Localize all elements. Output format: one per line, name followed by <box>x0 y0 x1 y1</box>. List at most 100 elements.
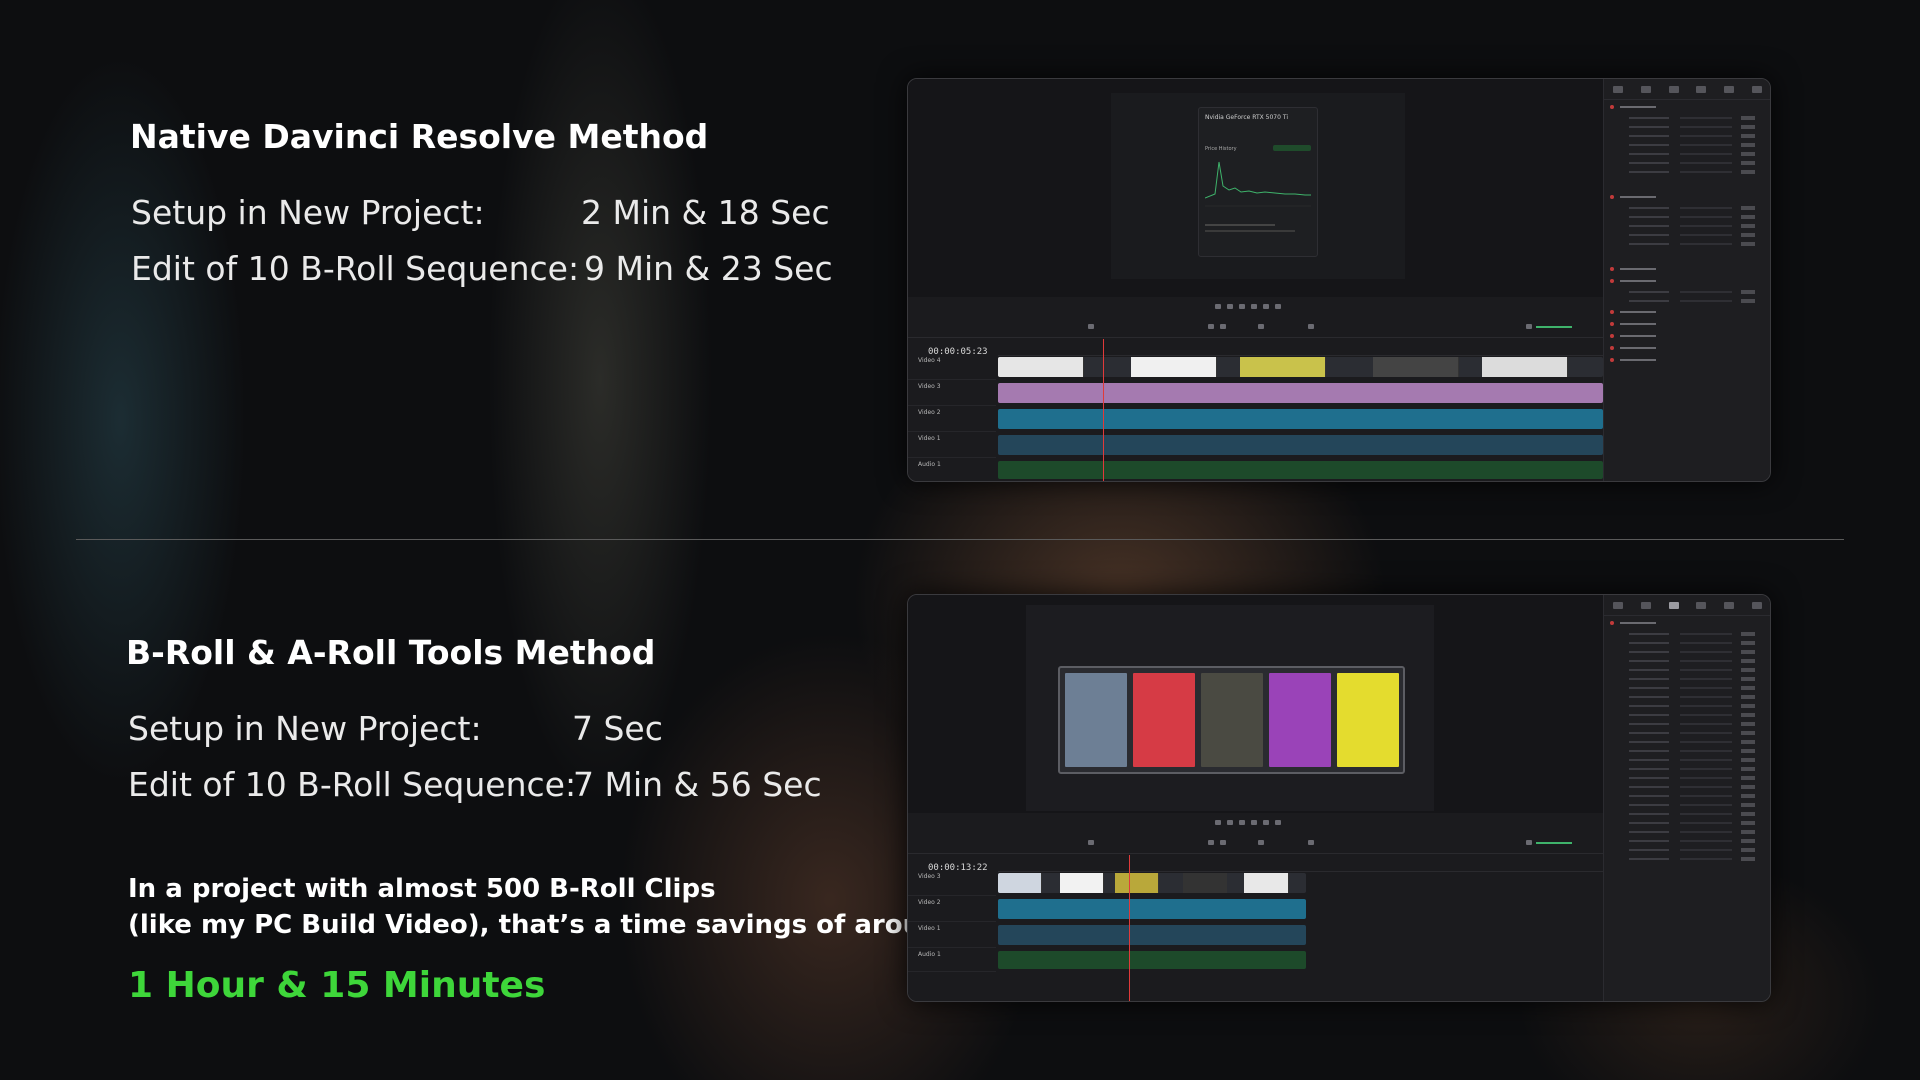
inspector-row[interactable] <box>1610 675 1765 683</box>
stop-icon[interactable] <box>1239 304 1245 309</box>
track-header-v4[interactable]: Video 4 <box>908 355 996 380</box>
flag-icon[interactable] <box>1258 324 1264 329</box>
step-back-icon[interactable] <box>1227 820 1233 825</box>
link-icon[interactable] <box>1220 840 1226 845</box>
timeline-playhead[interactable] <box>1103 339 1104 481</box>
link-icon[interactable] <box>1220 324 1226 329</box>
track-header-v3[interactable]: Video 3 <box>908 381 996 406</box>
video-tab-icon[interactable] <box>1612 601 1623 609</box>
inspector-row[interactable] <box>1610 213 1765 221</box>
super-scale-section[interactable] <box>1610 355 1765 365</box>
file-tab-icon[interactable] <box>1752 601 1763 609</box>
stop-icon[interactable] <box>1239 820 1245 825</box>
image-tab-icon[interactable] <box>1724 601 1735 609</box>
inspector-row[interactable] <box>1610 846 1765 854</box>
audio-clip-a1[interactable] <box>998 461 1603 479</box>
composite-section[interactable] <box>1610 276 1765 286</box>
transform-section[interactable] <box>1610 102 1765 112</box>
stabilization-section[interactable] <box>1610 319 1765 329</box>
inspector-row[interactable] <box>1610 150 1765 158</box>
adjustment-clip-v2[interactable] <box>998 409 1603 429</box>
effects-tab-icon[interactable] <box>1668 85 1679 93</box>
solid-color-clip-v3[interactable] <box>998 383 1603 403</box>
inspector-row[interactable] <box>1610 123 1765 131</box>
inspector-row[interactable] <box>1610 657 1765 665</box>
inspector-tabs[interactable] <box>1604 79 1770 100</box>
play-icon[interactable] <box>1251 820 1257 825</box>
retime-section[interactable] <box>1610 343 1765 353</box>
loop-icon[interactable] <box>1275 304 1281 309</box>
go-end-icon[interactable] <box>1263 304 1269 309</box>
audio-tab-icon[interactable] <box>1640 601 1651 609</box>
file-tab-icon[interactable] <box>1752 85 1763 93</box>
inspector-row[interactable] <box>1610 240 1765 248</box>
inspector-row[interactable] <box>1610 855 1765 863</box>
effects-tab-icon[interactable] <box>1668 601 1679 609</box>
volume-slider[interactable] <box>1536 326 1572 328</box>
volume-icon[interactable] <box>1526 840 1532 845</box>
track-header-a1[interactable]: Audio 1 <box>908 459 996 481</box>
inspector-row[interactable] <box>1610 648 1765 656</box>
inspector-row[interactable] <box>1610 231 1765 239</box>
inspector-row[interactable] <box>1610 168 1765 176</box>
inspector-row[interactable] <box>1610 729 1765 737</box>
cropping-section[interactable] <box>1610 192 1765 202</box>
volume-slider[interactable] <box>1536 842 1572 844</box>
inspector-row[interactable] <box>1610 693 1765 701</box>
track-header-a1[interactable]: Audio 1 <box>908 949 996 972</box>
inspector-row[interactable] <box>1610 222 1765 230</box>
go-end-icon[interactable] <box>1263 820 1269 825</box>
inspector-row[interactable] <box>1610 702 1765 710</box>
speed-change-section[interactable] <box>1610 307 1765 317</box>
timeline-playhead[interactable] <box>1129 855 1130 1001</box>
inspector-row[interactable] <box>1610 132 1765 140</box>
inspector-row[interactable] <box>1610 141 1765 149</box>
go-start-icon[interactable] <box>1215 304 1221 309</box>
snap-icon[interactable] <box>1208 840 1214 845</box>
inspector-row[interactable] <box>1610 792 1765 800</box>
inspector-row[interactable] <box>1610 819 1765 827</box>
inspector-row[interactable] <box>1610 114 1765 122</box>
inspector-row[interactable] <box>1610 720 1765 728</box>
inspector-row[interactable] <box>1610 747 1765 755</box>
step-back-icon[interactable] <box>1227 304 1233 309</box>
inspector-row[interactable] <box>1610 288 1765 296</box>
zoom-icon[interactable] <box>1308 840 1314 845</box>
audio-clip-a1[interactable] <box>998 951 1306 969</box>
inspector-row[interactable] <box>1610 837 1765 845</box>
track-header-v1[interactable]: Video 1 <box>908 433 996 458</box>
video-tab-icon[interactable] <box>1612 85 1623 93</box>
snap-icon[interactable] <box>1208 324 1214 329</box>
inspector-row[interactable] <box>1610 159 1765 167</box>
inspector-row[interactable] <box>1610 810 1765 818</box>
transition-tab-icon[interactable] <box>1696 601 1707 609</box>
inspector-row[interactable] <box>1610 204 1765 212</box>
inspector-row[interactable] <box>1610 774 1765 782</box>
inspector-row[interactable] <box>1610 765 1765 773</box>
volume-icon[interactable] <box>1526 324 1532 329</box>
track-header-v2[interactable]: Video 2 <box>908 407 996 432</box>
fusion-effect-section[interactable] <box>1610 618 1765 628</box>
inspector-row[interactable] <box>1610 783 1765 791</box>
broll-clips-v3[interactable] <box>998 873 1306 893</box>
inspector-row[interactable] <box>1610 639 1765 647</box>
inspector-row[interactable] <box>1610 684 1765 692</box>
inspector-row[interactable] <box>1610 666 1765 674</box>
timeline-ruler[interactable] <box>998 339 1603 356</box>
compound-clip-v1[interactable] <box>998 925 1306 945</box>
track-header-v1[interactable]: Video 1 <box>908 923 996 948</box>
blade-tool-icon[interactable] <box>1088 840 1094 845</box>
track-header-v3[interactable]: Video 3 <box>908 871 996 896</box>
compound-clip-v1[interactable] <box>998 435 1603 455</box>
inspector-row[interactable] <box>1610 711 1765 719</box>
audio-tab-icon[interactable] <box>1640 85 1651 93</box>
play-icon[interactable] <box>1251 304 1257 309</box>
broll-clips-v4[interactable] <box>998 357 1603 377</box>
timeline-ruler[interactable] <box>998 855 1603 872</box>
inspector-row[interactable] <box>1610 756 1765 764</box>
inspector-row[interactable] <box>1610 738 1765 746</box>
inspector-row[interactable] <box>1610 297 1765 305</box>
image-tab-icon[interactable] <box>1724 85 1735 93</box>
loop-icon[interactable] <box>1275 820 1281 825</box>
inspector-tabs[interactable] <box>1604 595 1770 616</box>
